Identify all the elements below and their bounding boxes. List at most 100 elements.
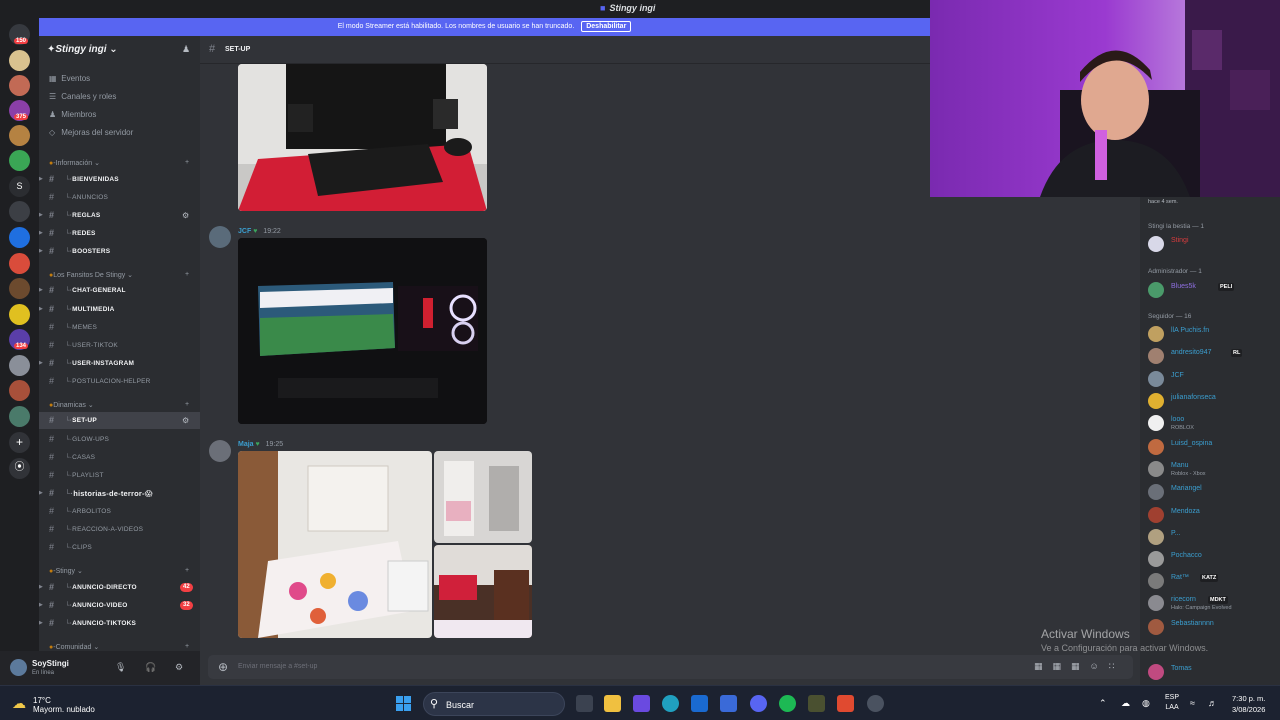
channel-set-up[interactable]: # set-up ⚙ (39, 412, 200, 429)
member-item[interactable]: Pochacco (1148, 550, 1278, 568)
explore-icon[interactable]: ⦿ (9, 458, 30, 479)
channel-anuncio-tiktoks[interactable]: ▶ # anuncio-tiktoks (39, 615, 200, 632)
category-stingy[interactable]: -Stingy ⌄+ (49, 567, 189, 575)
server-icon[interactable] (9, 75, 30, 96)
channel-clips[interactable]: # clips (39, 539, 200, 556)
member-item[interactable]: JCF (1148, 370, 1278, 388)
member-item[interactable]: Sebastiannnn (1148, 618, 1278, 636)
outlook-icon[interactable] (691, 695, 708, 712)
spotify-icon[interactable] (779, 695, 796, 712)
channel-user-tiktok[interactable]: # user-tiktok (39, 337, 200, 354)
language-indicator[interactable]: ESP LAA (1165, 693, 1179, 713)
gear-icon[interactable]: ⚙ (182, 207, 189, 224)
add-channel-icon[interactable]: + (185, 271, 189, 278)
taskbar-search[interactable]: ⚲ Buscar (423, 692, 565, 716)
channel-multimedia[interactable]: ▶ # multimedia (39, 301, 200, 318)
brave-icon[interactable] (837, 695, 854, 712)
message-image[interactable] (238, 64, 487, 211)
chevron-up-icon[interactable]: ⌃ (1099, 698, 1107, 709)
message-input[interactable]: ⊕ Enviar mensaje a #set-up ▦▦▦☺∷ (208, 655, 1133, 679)
add-server-icon[interactable]: + (9, 432, 30, 453)
volume-icon[interactable]: ♬ (1208, 698, 1217, 708)
channel-redes[interactable]: ▶ # redes (39, 225, 200, 242)
store-icon[interactable] (720, 695, 737, 712)
weather-temp[interactable]: 17°C (33, 696, 51, 705)
member-item[interactable]: llA Puchis.fn (1148, 325, 1278, 343)
member-item[interactable]: Rat™ KATZ (1148, 572, 1278, 590)
member-item[interactable]: Luisd_ospina (1148, 438, 1278, 456)
channel-reglas[interactable]: ▶ # reglas ⚙ (39, 207, 200, 224)
member-item[interactable]: P... (1148, 528, 1278, 546)
weather-desc[interactable]: Mayorm. nublado (33, 705, 95, 714)
server-icon[interactable] (9, 227, 30, 248)
channel-arbolitos[interactable]: # arbolitos (39, 503, 200, 520)
app-icon[interactable] (633, 695, 650, 712)
channel-playlist[interactable]: # playlist (39, 467, 200, 484)
settings-gear-icon[interactable]: ⚙ (175, 662, 183, 673)
member-item[interactable]: ricecorn MDKT Halo: Campaign Evolved (1148, 594, 1278, 612)
channel-chat-general[interactable]: ▶ # chat-general (39, 282, 200, 299)
member-item[interactable]: Manu Roblox - Xbox (1148, 460, 1278, 478)
member-item[interactable]: julianafonseca (1148, 392, 1278, 410)
gear-icon[interactable]: ⚙ (182, 412, 189, 429)
channel-memes[interactable]: # memes (39, 319, 200, 336)
server-icon[interactable] (9, 253, 30, 274)
add-channel-icon[interactable]: + (185, 567, 189, 574)
avatar[interactable] (209, 440, 231, 462)
server-icon[interactable] (9, 380, 30, 401)
composer-tools[interactable]: ▦▦▦☺∷ (1034, 661, 1124, 672)
add-channel-icon[interactable]: + (185, 159, 189, 166)
obs-icon[interactable] (867, 695, 884, 712)
channel-anuncios[interactable]: # anuncios (39, 189, 200, 206)
category-dinamicas[interactable]: Dinamicas ⌄+ (49, 401, 189, 409)
network-tray-icon[interactable]: ☁ (1121, 698, 1130, 709)
add-attachment-icon[interactable]: ⊕ (218, 660, 228, 674)
server-icon[interactable] (9, 150, 30, 171)
message-image[interactable] (434, 451, 532, 543)
member-item[interactable]: Blues5k PELI (1148, 281, 1278, 299)
server-icon[interactable] (9, 50, 30, 71)
file-explorer-icon[interactable] (604, 695, 621, 712)
message-image[interactable] (238, 238, 487, 424)
channels-roles-item[interactable]: ☰ Canales y roles (49, 92, 116, 101)
wifi-icon[interactable]: ≈ (1190, 698, 1195, 708)
server-icon[interactable] (9, 355, 30, 376)
disable-streamer-button[interactable]: Deshabilitar (581, 21, 632, 32)
message-image[interactable] (434, 545, 532, 638)
member-item[interactable]: looo ROBLOX (1148, 414, 1278, 432)
channel-reaccion-a-videos[interactable]: # reaccion-a-videos (39, 521, 200, 538)
channel-casas[interactable]: # casas (39, 449, 200, 466)
guild-name[interactable]: Stingy ingi ⌄ (47, 44, 117, 55)
server-icon[interactable] (9, 406, 30, 427)
member-item[interactable]: Stingi (1148, 235, 1278, 253)
server-icon[interactable] (9, 304, 30, 325)
mic-tray-icon[interactable]: ◍ (1142, 698, 1150, 709)
server-icon[interactable] (9, 201, 30, 222)
message-author[interactable]: Maja (238, 441, 254, 448)
channel-user-instagram[interactable]: ▶ # user-instagram (39, 355, 200, 372)
microphone-icon[interactable]: 🎙 (115, 662, 126, 673)
members-item[interactable]: ♟ Miembros (49, 110, 96, 119)
message-image[interactable] (238, 451, 432, 638)
channel-anuncio-directo[interactable]: ▶ # anuncio-directo 42 (39, 579, 200, 596)
message-author[interactable]: JCF (238, 228, 251, 235)
category-fansitos[interactable]: Los Fansitos De Stingy ⌄+ (49, 271, 189, 279)
discord-icon[interactable] (750, 695, 767, 712)
channel-glow-ups[interactable]: # glow-ups (39, 431, 200, 448)
server-icon[interactable] (9, 125, 30, 146)
member-item[interactable]: andresito947 RL (1148, 347, 1278, 365)
member-item[interactable]: Mendoza (1148, 506, 1278, 524)
avatar[interactable] (209, 226, 231, 248)
channel-historias-de-terror[interactable]: ▶ # historias-de-terror-😱 (39, 485, 200, 502)
app-icon[interactable] (808, 695, 825, 712)
headphones-icon[interactable]: 🎧 (145, 662, 156, 673)
server-icon[interactable] (9, 278, 30, 299)
channel-boosters[interactable]: ▶ # boosters (39, 243, 200, 260)
add-channel-icon[interactable]: + (185, 401, 189, 408)
channel-postulacion-helper[interactable]: # postulacion-helper (39, 373, 200, 390)
server-boost-item[interactable]: ◇ Mejoras del servidor (49, 128, 133, 137)
category-comunidad[interactable]: -Comunidad ⌄+ (49, 643, 189, 651)
invite-icon[interactable]: ♟ (182, 44, 190, 55)
channel-bienvenidas[interactable]: ▶ # bienvenidas (39, 171, 200, 188)
events-item[interactable]: ▦ Eventos (49, 74, 90, 83)
